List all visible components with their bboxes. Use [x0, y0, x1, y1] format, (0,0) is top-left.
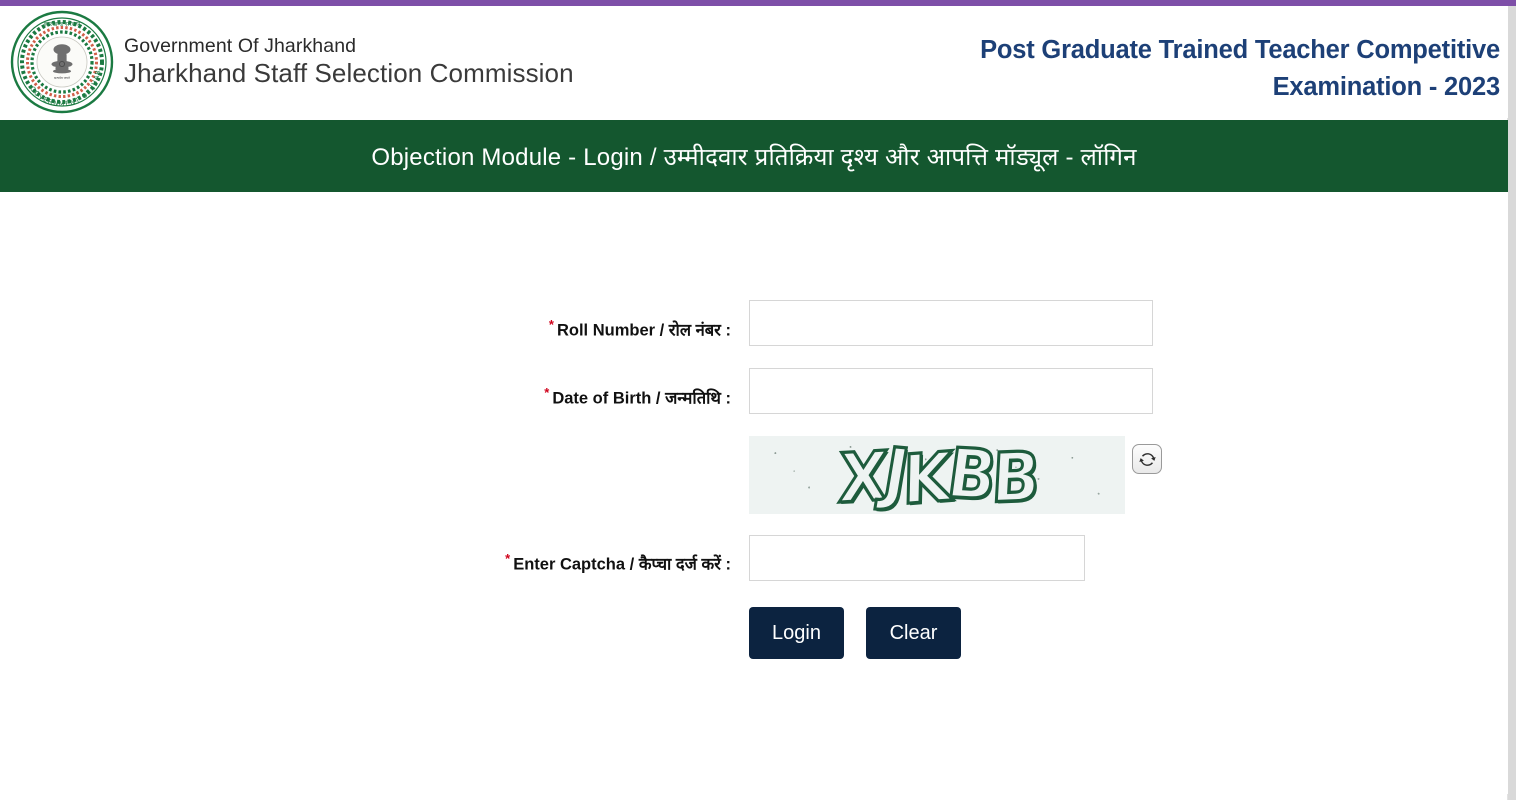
captcha-image-row: XJKBB [0, 436, 1508, 514]
required-asterisk: * [548, 317, 554, 332]
exam-title-line-1: Post Graduate Trained Teacher Competitiv… [980, 36, 1500, 64]
required-asterisk: * [544, 385, 550, 400]
roll-number-row: * Roll Number / रोल नंबर : [0, 300, 1508, 346]
date-of-birth-row: * Date of Birth / जन्मतिथि : [0, 368, 1508, 414]
svg-text:झारखण्ड सरकार: झारखण्ड सरकार [44, 21, 81, 28]
exam-title: Post Graduate Trained Teacher Competitiv… [980, 32, 1500, 106]
module-banner-title: Objection Module - Login / उम्मीदवार प्र… [371, 143, 1137, 171]
captcha-wrapper: XJKBB [749, 436, 1162, 514]
captcha-input[interactable] [749, 535, 1085, 581]
government-label: Government Of Jharkhand [124, 34, 357, 57]
enter-captcha-label: * Enter Captcha / कैप्चा दर्ज करें : [0, 535, 749, 575]
roll-number-label-text: Roll Number / रोल नंबर : [556, 321, 731, 340]
svg-text:सत्यमेव जयते: सत्यमेव जयते [54, 76, 70, 80]
form-actions-row: Login Clear [0, 607, 1508, 659]
clear-button[interactable]: Clear [866, 607, 961, 659]
brand-block: सत्यमेव जयते झारखण्ड सरकार GOVERNMENT OF… [7, 4, 574, 114]
login-content: * Roll Number / रोल नंबर : * Date of Birth… [0, 192, 1508, 794]
button-bar: Login Clear [749, 607, 961, 659]
organization-name: Jharkhand Staff Selection Commission [124, 58, 574, 89]
roll-number-label: * Roll Number / रोल नंबर : [0, 300, 749, 341]
login-form: * Roll Number / रोल नंबर : * Date of Birth… [0, 300, 1508, 659]
actions-cell: Login Clear [749, 607, 961, 659]
jharkhand-emblem-icon: सत्यमेव जयते झारखण्ड सरकार GOVERNMENT OF… [7, 4, 114, 114]
required-asterisk: * [505, 551, 511, 566]
enter-captcha-label-text: Enter Captcha / कैप्चा दर्ज करें : [513, 555, 731, 574]
login-page: सत्यमेव जयते झारखण्ड सरकार GOVERNMENT OF… [0, 0, 1516, 800]
roll-number-input[interactable] [749, 300, 1153, 346]
enter-captcha-row: * Enter Captcha / कैप्चा दर्ज करें : [0, 535, 1508, 581]
date-of-birth-label: * Date of Birth / जन्मतिथि : [0, 368, 749, 409]
captcha-image-cell: XJKBB [749, 436, 1162, 514]
date-of-birth-input[interactable] [749, 368, 1153, 414]
captcha-code-text: XJKBB [835, 436, 1039, 514]
refresh-icon[interactable] [1132, 444, 1162, 474]
page-right-edge [1508, 6, 1516, 800]
brand-text: Government Of Jharkhand Jharkhand Staff … [124, 35, 574, 89]
date-of-birth-field-cell [749, 368, 1153, 414]
exam-title-line-2: Examination - 2023 [1272, 72, 1501, 101]
date-of-birth-label-text: Date of Birth / जन्मतिथि : [552, 389, 731, 408]
site-header: सत्यमेव जयते झारखण्ड सरकार GOVERNMENT OF… [0, 4, 1508, 118]
roll-number-field-cell [749, 300, 1153, 346]
module-banner: Objection Module - Login / उम्मीदवार प्र… [0, 120, 1508, 192]
enter-captcha-field-cell [749, 535, 1085, 581]
captcha-image: XJKBB [749, 436, 1125, 514]
login-button[interactable]: Login [749, 607, 844, 659]
